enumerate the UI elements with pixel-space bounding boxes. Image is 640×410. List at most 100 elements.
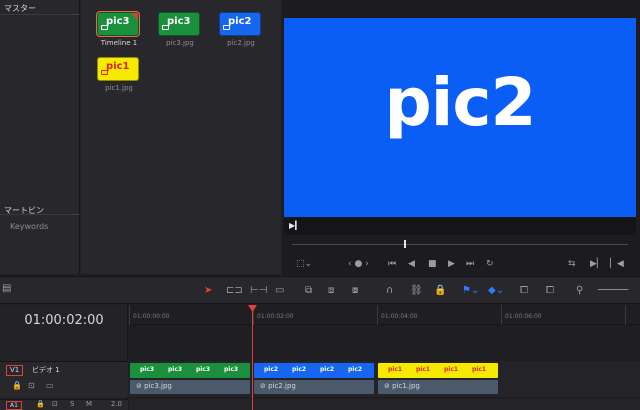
clip-name: pic1.jpg xyxy=(105,84,133,92)
thumb-text: pic2 xyxy=(228,16,252,27)
timeline-clip-name-bar[interactable]: ⊘ pic2.jpg xyxy=(254,380,374,394)
track-badge-v1[interactable]: V1 xyxy=(6,365,24,376)
timeline-header: 01:00:02:00 V1 ビデオ 1 🔒 ⊡ ▭ A1 🔒 ⊡ S M 2.… xyxy=(0,305,128,410)
clip-frame-label: pic3 xyxy=(168,366,183,373)
divider xyxy=(0,14,80,15)
linked-selection-icon[interactable]: ⛓ xyxy=(410,284,423,298)
timeline-playhead[interactable] xyxy=(252,305,253,410)
transport-controls: ⬚⌄ ‹ ● › ⏮ ◀ ■ ▶ ⏭ ↻ ⇆ ▶▏ ▏◀ xyxy=(282,257,640,271)
play-icon[interactable]: ▶ xyxy=(448,257,455,271)
timeline-clip-pic2[interactable]: pic2 pic2 pic2 pic2 xyxy=(254,363,374,378)
ruler-label: 01:00:02:00 xyxy=(257,313,294,320)
lock-icon[interactable]: 🔒 xyxy=(434,284,446,298)
zoom-slider[interactable]: ───── xyxy=(598,284,628,298)
dynamic-trim-icon[interactable]: ⊢⊣ xyxy=(250,284,267,298)
clip-frame-label: pic2 xyxy=(292,366,307,373)
flag-icon[interactable]: ⚑⌄ xyxy=(462,284,479,298)
clip-frame-label: pic3 xyxy=(224,366,239,373)
jog-icon[interactable]: ‹ ● › xyxy=(348,257,369,271)
bin-panel: マスター マートビン Keywords xyxy=(0,0,80,274)
thumb-text: pic3 xyxy=(106,16,130,27)
clip-thumbnail: pic3 xyxy=(158,12,200,36)
media-clip-timeline-1[interactable]: pic3 Timeline 1 xyxy=(97,12,141,47)
step-back-icon[interactable]: ◀ xyxy=(408,257,415,271)
audio-track-lane[interactable] xyxy=(129,399,640,410)
solo-button[interactable]: S xyxy=(70,400,74,408)
timeline-clip-name-bar[interactable]: ⊘ pic1.jpg xyxy=(378,380,498,394)
timeline-clip-name-bar[interactable]: ⊘ pic3.jpg xyxy=(130,380,250,394)
timeline-clip-pic1[interactable]: pic1 pic1 pic1 pic1 xyxy=(378,363,498,378)
loop-icon[interactable]: ↻ xyxy=(486,257,494,271)
timeline-tracks: pic3 pic3 pic3 pic3 ⊘ pic3.jpg pic2 pic2… xyxy=(129,325,640,410)
snapping-icon[interactable]: ∩ xyxy=(386,284,393,298)
clip-frame-label: pic1 xyxy=(472,366,487,373)
audio-track-header: A1 🔒 ⊡ S M 2.0 xyxy=(0,399,128,410)
thumb-text: pic1 xyxy=(106,61,130,72)
timeline-flag-icon xyxy=(130,13,138,21)
timeline-view-icon[interactable]: ▤ xyxy=(2,282,11,296)
clip-name-text: pic3.jpg xyxy=(144,382,172,390)
keywords-bin[interactable]: Keywords xyxy=(10,222,48,231)
trim-tool-icon[interactable]: ⊏⊐ xyxy=(226,284,243,298)
replace-clip-icon[interactable]: ⧇ xyxy=(352,284,358,298)
track-name[interactable]: ビデオ 1 xyxy=(32,365,60,375)
play-marker-icon: ▶▎ xyxy=(289,221,302,230)
auto-select-icon[interactable]: ⊡ xyxy=(28,381,35,390)
viewer-playhead[interactable] xyxy=(404,240,406,248)
track-lock-icon[interactable]: 🔒 xyxy=(12,381,22,390)
track-volume: 2.0 xyxy=(110,400,122,408)
viewer-panel: pic2 ▶▎ ⬚⌄ ‹ ● › ⏮ ◀ ■ ▶ ⏭ ↻ ⇆ ▶▏ ▏◀ xyxy=(282,0,640,274)
timeline-timecode[interactable]: 01:00:02:00 xyxy=(0,313,128,328)
clip-frame-label: pic1 xyxy=(388,366,403,373)
clip-frame-label: pic3 xyxy=(196,366,211,373)
clip-name-text: pic2.jpg xyxy=(268,382,296,390)
match-frame-icon[interactable]: ⇆ xyxy=(568,257,576,271)
auto-select-icon[interactable]: ⊡ xyxy=(52,400,58,408)
viewer-scrubber[interactable] xyxy=(292,244,628,245)
clip-frame-label: pic1 xyxy=(444,366,459,373)
clip-frame-label: pic2 xyxy=(264,366,279,373)
clip-name: Timeline 1 xyxy=(100,39,138,47)
ruler-tick xyxy=(129,305,130,325)
insert-clip-icon[interactable]: ⧉ xyxy=(305,284,312,298)
detail-zoom-icon[interactable]: ⧠ xyxy=(546,284,554,298)
selection-tool-icon[interactable]: ➤ xyxy=(204,284,212,298)
go-to-end-icon[interactable]: ⏭ xyxy=(466,257,474,271)
marker-icon[interactable]: ◆⌄ xyxy=(488,284,504,298)
media-pool: pic3 Timeline 1 pic3 pic3.jpg pic2 pic2.… xyxy=(81,0,281,274)
smart-bins-header[interactable]: マートビン xyxy=(0,205,80,217)
full-extent-zoom-icon[interactable]: ⧠ xyxy=(520,284,528,298)
clip-frame-label: pic1 xyxy=(416,366,431,373)
track-output-icon[interactable]: ▭ xyxy=(46,381,54,390)
timeline-toolbar: ▤ ➤ ⊏⊐ ⊢⊣ ▭ ⧉ ⧈ ⧇ ∩ ⛓ 🔒 ⚑⌄ ◆⌄ ⧠ ⧠ ⚲ ────… xyxy=(0,276,640,304)
media-clip-pic3[interactable]: pic3 pic3.jpg xyxy=(158,12,202,47)
video-track-header: V1 ビデオ 1 🔒 ⊡ ▭ xyxy=(0,361,128,397)
ruler-tick xyxy=(501,305,502,325)
ruler-tick xyxy=(625,305,626,325)
track-badge-a1[interactable]: A1 xyxy=(6,401,22,410)
overwrite-clip-icon[interactable]: ⧈ xyxy=(328,284,334,298)
viewer-screen[interactable]: pic2 xyxy=(284,18,636,217)
track-lock-icon[interactable]: 🔒 xyxy=(36,400,45,408)
ruler-tick xyxy=(377,305,378,325)
go-to-start-icon[interactable]: ⏮ xyxy=(388,257,396,271)
viewer-display-text: pic2 xyxy=(384,64,537,141)
timeline-clip-name: ⊘ pic1.jpg xyxy=(384,382,420,390)
media-clip-pic2[interactable]: pic2 pic2.jpg xyxy=(219,12,263,47)
clip-thumbnail: pic3 xyxy=(97,12,139,36)
timeline-clip-name: ⊘ pic2.jpg xyxy=(260,382,296,390)
media-clip-pic1[interactable]: pic1 pic1.jpg xyxy=(97,57,141,92)
blade-tool-icon[interactable]: ▭ xyxy=(275,284,284,298)
zoom-icon[interactable]: ⚲ xyxy=(576,284,583,298)
next-clip-icon[interactable]: ▶▏ xyxy=(590,257,604,271)
mute-button[interactable]: M xyxy=(86,400,92,408)
timeline-ruler[interactable]: 01:00:00:00 01:00:02:00 01:00:04:00 01:0… xyxy=(129,305,640,325)
clip-name-text: pic1.jpg xyxy=(392,382,420,390)
viewer-mode-icon[interactable]: ⬚⌄ xyxy=(296,257,312,271)
timeline-clip-name: ⊘ pic3.jpg xyxy=(136,382,172,390)
thumb-text: pic3 xyxy=(167,16,191,27)
clip-frame-label: pic2 xyxy=(320,366,335,373)
out-point-icon[interactable]: ▏◀ xyxy=(610,257,624,271)
stop-icon[interactable]: ■ xyxy=(428,257,437,271)
timeline-clip-pic3[interactable]: pic3 pic3 pic3 pic3 xyxy=(130,363,250,378)
